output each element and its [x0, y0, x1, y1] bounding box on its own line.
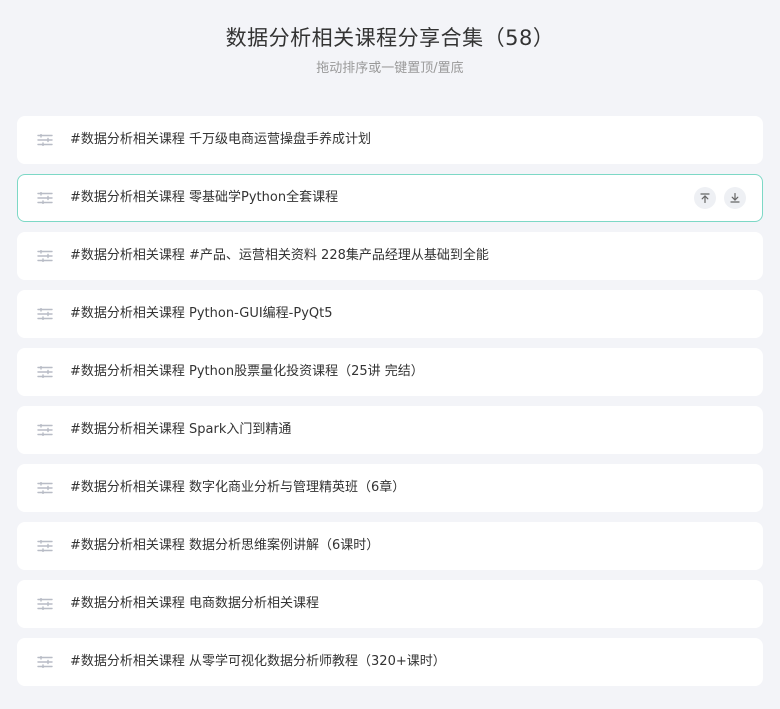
- list-item[interactable]: #数据分析相关课程 零基础学Python全套课程: [17, 174, 763, 222]
- drag-handle-icon[interactable]: [36, 250, 54, 262]
- drag-handle-icon[interactable]: [36, 540, 54, 552]
- list-item-label: #数据分析相关课程 从零学可视化数据分析师教程（320+课时）: [70, 654, 446, 669]
- page-subtitle: 拖动排序或一键置顶/置底: [316, 61, 464, 76]
- list-item-label: #数据分析相关课程 Python-GUI编程-PyQt5: [70, 306, 333, 321]
- list-item[interactable]: #数据分析相关课程 从零学可视化数据分析师教程（320+课时）: [17, 638, 763, 686]
- list-item[interactable]: #数据分析相关课程 Python股票量化投资课程（25讲 完结）: [17, 348, 763, 396]
- drag-handle-icon[interactable]: [36, 598, 54, 610]
- list-item-label: #数据分析相关课程 零基础学Python全套课程: [70, 190, 339, 205]
- list-item-label: #数据分析相关课程 #产品、运营相关资料 228集产品经理从基础到全能: [70, 248, 489, 263]
- list-item-label: #数据分析相关课程 数字化商业分析与管理精英班（6章）: [70, 480, 406, 495]
- list-item[interactable]: #数据分析相关课程 Python-GUI编程-PyQt5: [17, 290, 763, 338]
- list-item[interactable]: #数据分析相关课程 #产品、运营相关资料 228集产品经理从基础到全能: [17, 232, 763, 280]
- page-title: 数据分析相关课程分享合集（58）: [225, 26, 555, 50]
- drag-handle-icon[interactable]: [36, 366, 54, 378]
- drag-handle-icon[interactable]: [36, 482, 54, 494]
- list-item-label: #数据分析相关课程 数据分析思维案例讲解（6课时）: [70, 538, 380, 553]
- drag-handle-icon[interactable]: [36, 656, 54, 668]
- list-item-label: #数据分析相关课程 电商数据分析相关课程: [70, 596, 320, 611]
- list-item[interactable]: #数据分析相关课程 数字化商业分析与管理精英班（6章）: [17, 464, 763, 512]
- pin-to-bottom-icon[interactable]: [724, 187, 746, 209]
- drag-handle-icon[interactable]: [36, 308, 54, 320]
- list-item[interactable]: #数据分析相关课程 电商数据分析相关课程: [17, 580, 763, 628]
- list-item[interactable]: #数据分析相关课程 千万级电商运营操盘手养成计划: [17, 116, 763, 164]
- list-item-label: #数据分析相关课程 Spark入门到精通: [70, 422, 292, 437]
- page-header: 数据分析相关课程分享合集（58） 拖动排序或一键置顶/置底: [0, 0, 780, 116]
- sortable-list: #数据分析相关课程 千万级电商运营操盘手养成计划 #数据分析相关课程 零基础学Py…: [0, 116, 780, 686]
- list-item[interactable]: #数据分析相关课程 Spark入门到精通: [17, 406, 763, 454]
- drag-handle-icon[interactable]: [36, 424, 54, 436]
- drag-handle-icon[interactable]: [36, 192, 54, 204]
- list-item-label: #数据分析相关课程 千万级电商运营操盘手养成计划: [70, 132, 372, 147]
- item-actions: [694, 187, 746, 209]
- pin-to-top-icon[interactable]: [694, 187, 716, 209]
- list-item[interactable]: #数据分析相关课程 数据分析思维案例讲解（6课时）: [17, 522, 763, 570]
- list-item-label: #数据分析相关课程 Python股票量化投资课程（25讲 完结）: [70, 364, 424, 379]
- drag-handle-icon[interactable]: [36, 134, 54, 146]
